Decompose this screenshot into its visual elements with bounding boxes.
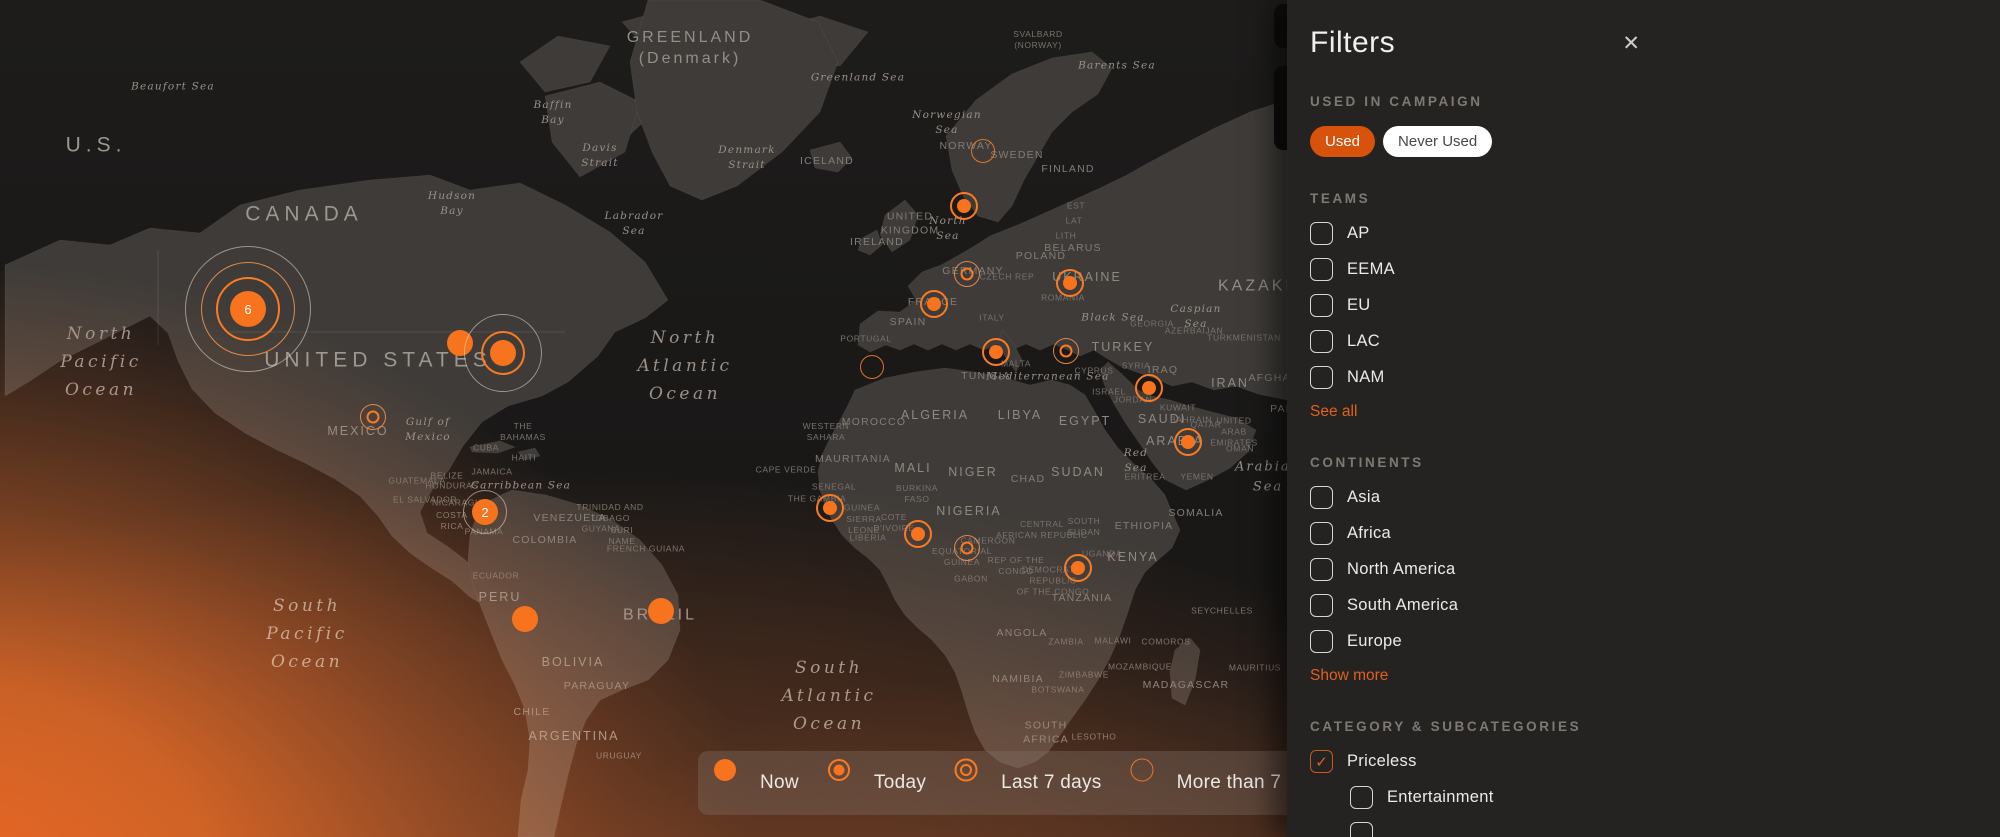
legend-item: More than 7 days ago	[1142, 770, 1287, 796]
marker-dot	[714, 759, 736, 781]
marker-dot	[957, 199, 971, 213]
marker-ring	[971, 139, 995, 163]
europe-checkbox[interactable]	[1310, 630, 1333, 653]
marker-ring	[1130, 759, 1153, 782]
checkbox-row: Europe	[1310, 630, 2000, 653]
marker-ring	[954, 535, 980, 561]
legend-label: Today	[874, 772, 926, 794]
asia-checkbox[interactable]	[1310, 486, 1333, 509]
campaign-pills: Used Never Used	[1310, 126, 2000, 157]
checkbox-label: Priceless	[1347, 752, 1417, 771]
world-map[interactable]: Beaufort SeaU.S.CANADABaffin BayDavis St…	[0, 0, 1287, 837]
nam-checkbox[interactable]	[1310, 366, 1333, 389]
marker-dot	[927, 297, 941, 311]
marker-dot	[1181, 435, 1195, 449]
legend-last7-icon	[966, 770, 992, 796]
map-control[interactable]	[1274, 66, 1287, 150]
eu-checkbox[interactable]	[1310, 294, 1333, 317]
marker-ring	[1053, 338, 1079, 364]
checkbox-label: EU	[1347, 296, 1371, 315]
legend-label: Now	[760, 772, 799, 794]
legend-label: Last 7 days	[1001, 772, 1101, 794]
africa-checkbox[interactable]	[1310, 522, 1333, 545]
checkbox-label: South America	[1347, 596, 1458, 615]
marker-count: 2	[481, 505, 488, 520]
marker-ring	[955, 759, 978, 782]
map-control[interactable]	[1274, 4, 1287, 48]
south-america-checkbox[interactable]	[1310, 594, 1333, 617]
eema-checkbox[interactable]	[1310, 258, 1333, 281]
checkbox-row: NAM	[1310, 366, 2000, 389]
marker-dot	[833, 765, 844, 776]
marker-ring	[860, 355, 884, 379]
checkbox-row: Asia	[1310, 486, 2000, 509]
section-used-in-campaign: USED IN CAMPAIGN	[1310, 94, 2000, 109]
continents-list: Asia Africa North America South America Euro…	[1310, 486, 2000, 653]
checkbox-label: Europe	[1347, 632, 1402, 651]
marker-dot: 2	[472, 499, 498, 525]
marker-count: 6	[244, 302, 251, 317]
checkbox-label: Entertainment	[1387, 788, 1494, 807]
marker-dot: 6	[230, 291, 266, 327]
marker-dot	[1063, 276, 1077, 290]
legend-now-icon	[725, 770, 751, 796]
section-categories: CATEGORY & SUBCATEGORIES	[1310, 719, 2000, 734]
checkbox-label: LAC	[1347, 332, 1380, 351]
lac-checkbox[interactable]	[1310, 330, 1333, 353]
marker-dot	[1142, 381, 1156, 395]
legend-today-icon	[839, 770, 865, 796]
marker-ring	[954, 261, 980, 287]
marker-dot	[648, 598, 674, 624]
marker-dot	[823, 501, 837, 515]
checkbox-row: North America	[1310, 558, 2000, 581]
entertainment-checkbox[interactable]	[1350, 786, 1373, 809]
never-used-filter-button[interactable]: Never Used	[1383, 126, 1492, 157]
teams-list: AP EEMA EU LAC NAM	[1310, 222, 2000, 389]
marker-dot	[1071, 561, 1085, 575]
north-america-checkbox[interactable]	[1310, 558, 1333, 581]
checkbox-row: EEMA	[1310, 258, 2000, 281]
marker-dot	[512, 606, 538, 632]
show-more-link[interactable]: Show more	[1310, 667, 1388, 685]
checkbox-label: AP	[1347, 224, 1370, 243]
legend-label: More than 7 days ago	[1177, 772, 1287, 794]
legend-item: Last 7 days	[966, 770, 1101, 796]
checkbox-row: AP	[1310, 222, 2000, 245]
legend-older-icon	[1142, 770, 1168, 796]
checkbox-label: Asia	[1347, 488, 1380, 507]
checkbox-row: EU	[1310, 294, 2000, 317]
checkbox-row: LAC	[1310, 330, 2000, 353]
checkbox-row: ✓ Priceless	[1310, 750, 2000, 773]
checkbox-label: Africa	[1347, 524, 1391, 543]
ap-checkbox[interactable]	[1310, 222, 1333, 245]
section-continents: CONTINENTS	[1310, 455, 2000, 470]
see-all-link[interactable]: See all	[1310, 403, 1357, 421]
priceless-checkbox[interactable]: ✓	[1310, 750, 1333, 773]
marker-dot	[989, 345, 1003, 359]
marker-ring	[360, 404, 386, 430]
panel-title: Filters	[1310, 26, 1395, 60]
marker-dot	[490, 340, 516, 366]
checkbox-row: Africa	[1310, 522, 2000, 545]
section-teams: TEAMS	[1310, 191, 2000, 206]
checkbox-row	[1350, 822, 2000, 837]
legend-item: Today	[839, 770, 926, 796]
categories-list: ✓ Priceless Entertainment	[1310, 750, 2000, 837]
filters-panel: Filters ✕ USED IN CAMPAIGN Used Never Use…	[1287, 0, 2000, 837]
checkbox-label: North America	[1347, 560, 1455, 579]
used-filter-button[interactable]: Used	[1310, 126, 1375, 157]
map-markers-layer: 62	[0, 0, 1287, 837]
empty-checkbox[interactable]	[1350, 822, 1373, 837]
map-legend: Now Today Last 7 days More than 7 days ago	[698, 751, 1287, 815]
checkbox-label: EEMA	[1347, 260, 1395, 279]
checkbox-label: NAM	[1347, 368, 1385, 387]
checkbox-row: Entertainment	[1350, 786, 2000, 809]
legend-item: Now	[725, 770, 799, 796]
checkbox-row: South America	[1310, 594, 2000, 617]
marker-dot	[911, 527, 925, 541]
close-icon[interactable]: ✕	[1622, 33, 1640, 54]
